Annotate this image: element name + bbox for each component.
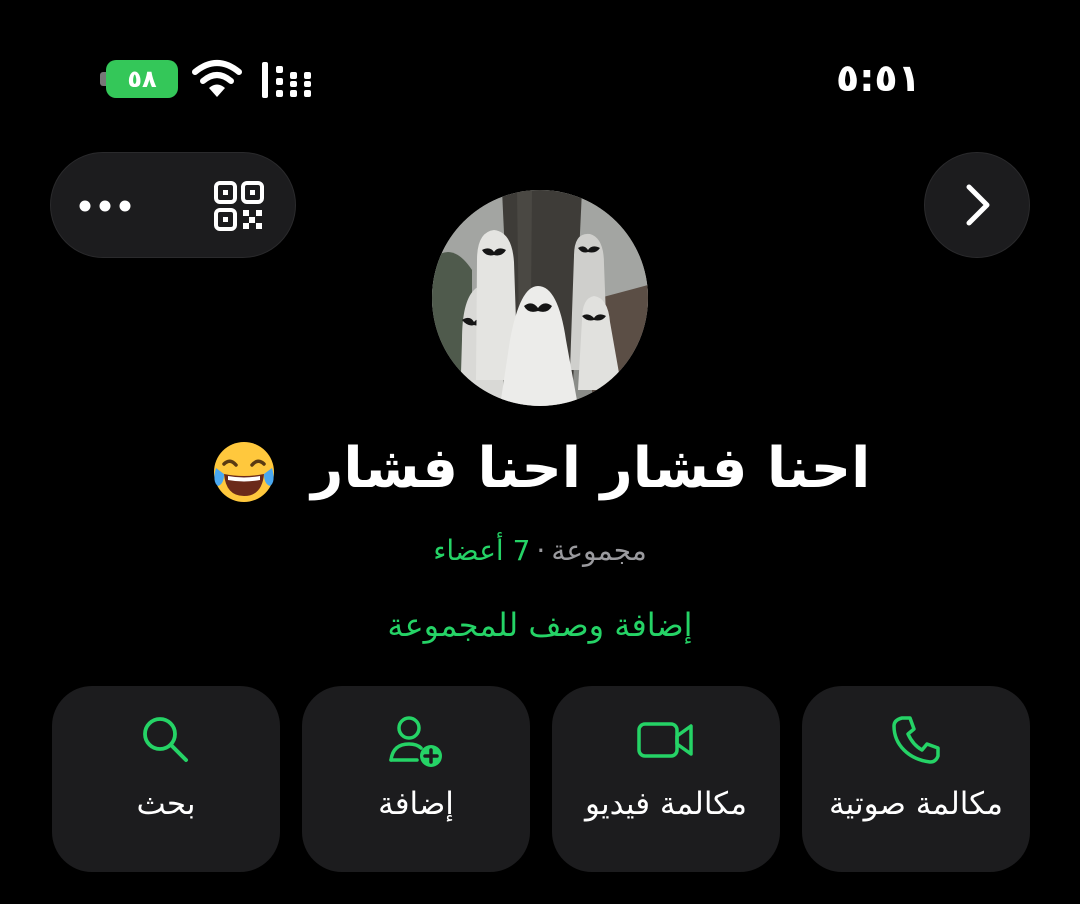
voice-call-button[interactable]: مكالمة صوتية: [802, 686, 1030, 872]
voice-call-label: مكالمة صوتية: [829, 786, 1003, 822]
group-title-text: احنا فشار احنا فشار: [311, 436, 871, 501]
qr-code-icon: [214, 181, 264, 231]
wifi-icon: [192, 60, 242, 97]
group-avatar-image: [432, 190, 648, 406]
add-member-button[interactable]: إضافة: [302, 686, 530, 872]
back-button[interactable]: [924, 152, 1030, 258]
add-member-label: إضافة: [378, 786, 454, 822]
group-members-link[interactable]: 7 أعضاء: [433, 534, 530, 567]
chevron-right-icon: [966, 184, 990, 226]
more-icon: [79, 200, 131, 212]
battery-indicator: ٥٨: [100, 60, 178, 98]
more-options-button[interactable]: [72, 182, 138, 230]
status-time: ٥:٥١: [836, 56, 921, 100]
search-label: بحث: [136, 786, 196, 822]
phone-icon: [892, 716, 940, 764]
video-camera-icon: [637, 722, 693, 758]
tears-of-joy-emoji-icon: [213, 441, 274, 502]
battery-level: ٥٨: [106, 60, 178, 98]
group-info-screen: ٥٨ ٥:٥١ احنا فشار احنا فشار مجموعة·7 أعض…: [0, 0, 1080, 904]
subtitle-separator: ·: [536, 534, 546, 567]
qr-code-button[interactable]: [204, 176, 274, 236]
video-call-button[interactable]: مكالمة فيديو: [552, 686, 780, 872]
add-person-icon: [389, 716, 442, 767]
group-avatar[interactable]: [432, 190, 648, 406]
group-subtitle: مجموعة·7 أعضاء: [200, 534, 880, 567]
add-group-description-link[interactable]: إضافة وصف للمجموعة: [200, 606, 880, 644]
signal-icon: [262, 62, 311, 98]
search-icon: [143, 717, 188, 762]
search-button[interactable]: بحث: [52, 686, 280, 872]
group-type-label: مجموعة: [551, 534, 647, 567]
group-title: احنا فشار احنا فشار: [100, 436, 980, 506]
video-call-label: مكالمة فيديو: [584, 786, 748, 822]
